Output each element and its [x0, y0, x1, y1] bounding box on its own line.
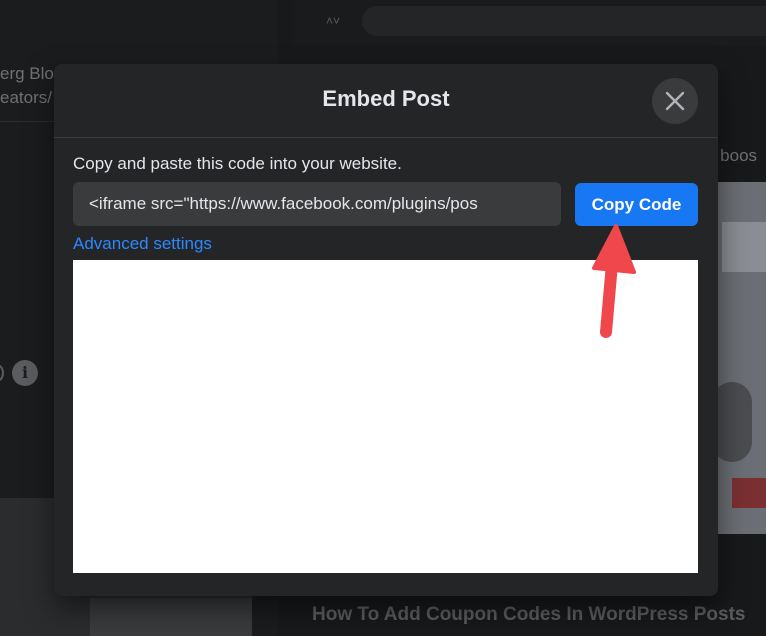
left-post-text: erg Blo eators/ [0, 62, 54, 110]
close-icon [665, 91, 685, 111]
post-title[interactable]: How To Add Coupon Codes In WordPress Pos… [312, 604, 746, 626]
close-button[interactable] [652, 78, 698, 124]
image-shape [712, 382, 752, 462]
copy-code-button[interactable]: Copy Code [575, 183, 698, 226]
embed-code-field[interactable]: <iframe src="https://www.facebook.com/pl… [73, 182, 561, 226]
image-shape [722, 222, 766, 272]
advanced-settings-link[interactable]: Advanced settings [73, 234, 212, 254]
instructions-text: Copy and paste this code into your websi… [73, 154, 402, 173]
chevron-down-icon[interactable]: ˄˅ [326, 14, 340, 28]
info-icon[interactable]: i [12, 360, 38, 386]
thumbnail-inner [90, 598, 252, 636]
left-text-line: erg Blo [0, 64, 54, 83]
image-shape [732, 478, 766, 508]
search-bar[interactable] [362, 6, 766, 36]
post-image [712, 182, 766, 534]
left-text-line: eators/ [0, 88, 52, 107]
dialog-title: Embed Post [322, 86, 450, 111]
dialog-header: Embed Post [54, 64, 718, 138]
red-arrow-annotation [592, 224, 636, 338]
